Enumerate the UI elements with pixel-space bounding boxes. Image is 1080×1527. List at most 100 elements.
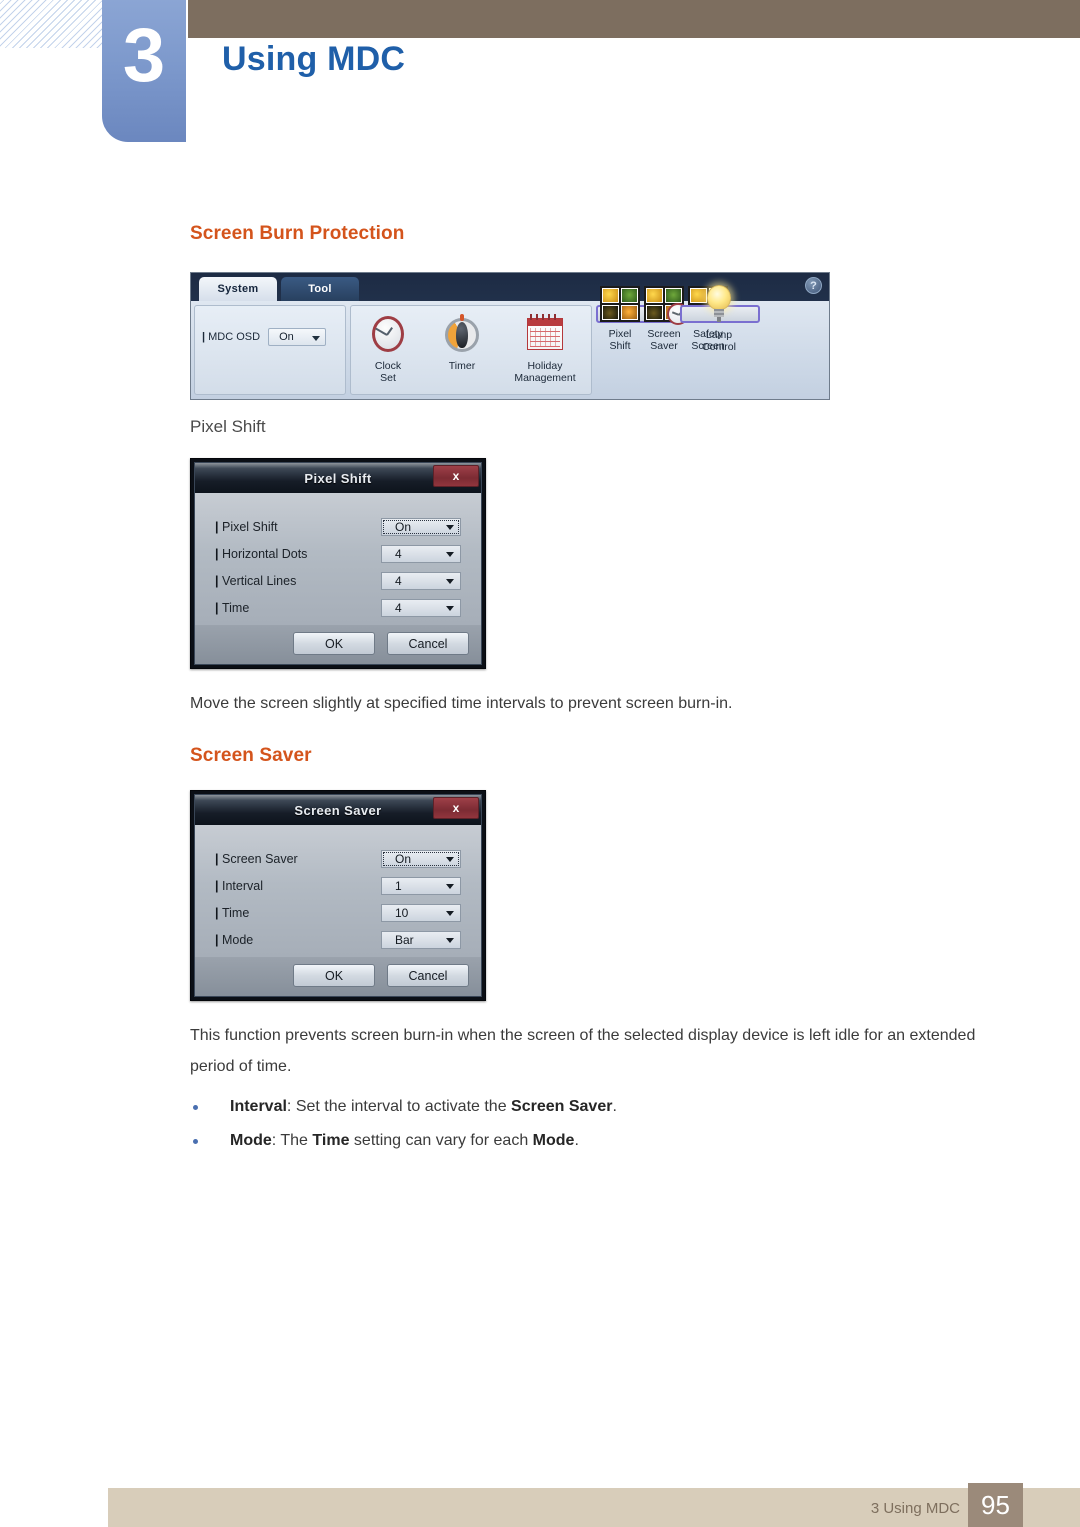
chevron-down-icon: [446, 910, 454, 916]
screen-saver-dialog: Screen Saver x Screen Saver On Interval …: [190, 790, 486, 1001]
mdc-tool-label-2: Management: [514, 372, 576, 384]
mdc-tool-label: Timer: [448, 360, 476, 372]
close-icon[interactable]: x: [433, 465, 479, 487]
mdc-osd-label: MDC OSD: [202, 331, 260, 343]
pixel-shift-dialog-body: Pixel Shift On Horizontal Dots 4 Vertica…: [195, 493, 481, 625]
header-brown-bar: [188, 0, 1080, 38]
row-label: Pixel Shift: [215, 520, 278, 534]
mdc-panel-osd: MDC OSD On: [194, 305, 346, 395]
page-title: Using MDC: [222, 40, 406, 78]
bullet-tail: .: [574, 1132, 579, 1149]
select-value: 4: [395, 600, 402, 615]
row-label: Vertical Lines: [215, 574, 296, 588]
section-heading-screen-saver: Screen Saver: [190, 745, 312, 766]
pixel-shift-dialog: Pixel Shift x Pixel Shift On Horizontal …: [190, 458, 486, 669]
mdc-toolbar-screenshot: System Tool ? MDC OSD On: [190, 272, 830, 400]
manual-page: 3 Using MDC Screen Burn Protection Syste…: [0, 0, 1080, 1527]
interval-select[interactable]: 1: [381, 876, 461, 895]
mdc-panel-time-tools: Clock Set Timer Holiday Management: [350, 305, 592, 395]
bullet-tail: .: [612, 1098, 617, 1115]
mdc-panel-screen-burn-protection: Pixel Shift Screen Saver Safety Screen: [596, 286, 728, 352]
select-value: 4: [395, 546, 402, 561]
mdc-tool-label: Screen: [647, 328, 681, 340]
chevron-down-icon: [312, 336, 321, 341]
bullet-strong: Time: [312, 1132, 350, 1149]
mdc-tool-label-2: Set: [380, 372, 396, 384]
mdc-tool-lamp-control[interactable]: Lamp Control: [682, 275, 756, 353]
screen-saver-row-interval: Interval 1: [215, 872, 461, 899]
mdc-osd-value: On: [279, 331, 294, 343]
mdc-osd-row: MDC OSD On: [202, 328, 327, 346]
pixel-shift-row-vertical-lines: Vertical Lines 4: [215, 567, 461, 594]
screen-saver-select[interactable]: On: [381, 849, 461, 868]
screen-saver-row-screen-saver: Screen Saver On: [215, 845, 461, 872]
chevron-down-icon: [446, 937, 454, 943]
screen-saver-dialog-titlebar: Screen Saver x: [195, 795, 481, 825]
row-label: Interval: [215, 879, 263, 893]
list-item: Interval: Set the interval to activate t…: [190, 1090, 990, 1124]
pixel-shift-dialog-footer: OK Cancel: [195, 625, 481, 664]
row-label: Time: [215, 906, 249, 920]
select-value: Bar: [395, 932, 414, 947]
pixel-shift-row-horizontal-dots: Horizontal Dots 4: [215, 540, 461, 567]
select-value: 4: [395, 573, 402, 588]
select-value: 10: [395, 905, 409, 920]
mdc-tool-holiday-management[interactable]: Holiday Management: [499, 306, 591, 394]
screen-saver-row-time: Time 10: [215, 899, 461, 926]
help-icon[interactable]: ?: [805, 277, 822, 294]
chevron-down-icon: [446, 883, 454, 889]
screen-saver-dialog-footer: OK Cancel: [195, 957, 481, 996]
chevron-down-icon: [446, 605, 454, 611]
bullet-dot-icon: [193, 1105, 198, 1110]
vertical-lines-select[interactable]: 4: [381, 571, 461, 590]
pixel-shift-select[interactable]: On: [381, 517, 461, 536]
screen-saver-bullet-list: Interval: Set the interval to activate t…: [190, 1090, 990, 1158]
timer-icon: [441, 314, 483, 356]
bullet-mid: : Set the interval to activate the: [286, 1098, 512, 1115]
select-value: 1: [395, 878, 402, 893]
chapter-number: 3: [122, 13, 166, 98]
pixel-shift-caption: Move the screen slightly at specified ti…: [190, 695, 733, 712]
list-item: Mode: The Time setting can vary for each…: [190, 1124, 990, 1158]
pixel-shift-row-pixel-shift: Pixel Shift On: [215, 513, 461, 540]
mdc-tool-pixel-shift[interactable]: Pixel Shift: [598, 276, 642, 352]
time-select[interactable]: 10: [381, 903, 461, 922]
chevron-down-icon: [446, 578, 454, 584]
row-label: Time: [215, 601, 249, 615]
cancel-button[interactable]: Cancel: [387, 964, 469, 987]
subsection-heading-pixel-shift: Pixel Shift: [190, 417, 266, 436]
mdc-tool-label: Clock: [374, 360, 402, 372]
mdc-tool-clock-set[interactable]: Clock Set: [351, 306, 425, 394]
row-label: Horizontal Dots: [215, 547, 307, 561]
clock-icon: [367, 314, 409, 356]
select-value: On: [395, 519, 412, 534]
section-heading-screen-burn-protection: Screen Burn Protection: [190, 223, 405, 244]
mdc-tab-system[interactable]: System: [199, 277, 277, 301]
pixel-shift-dialog-titlebar: Pixel Shift x: [195, 463, 481, 493]
mdc-tool-label: Pixel: [608, 328, 632, 340]
horizontal-dots-select[interactable]: 4: [381, 544, 461, 563]
bullet-mid: : The: [271, 1132, 313, 1149]
close-icon[interactable]: x: [433, 797, 479, 819]
decorative-hatch-pattern: [0, 0, 112, 48]
mdc-tool-timer[interactable]: Timer: [425, 306, 499, 394]
mode-select[interactable]: Bar: [381, 930, 461, 949]
mdc-tool-label: Holiday: [527, 360, 563, 372]
cancel-button[interactable]: Cancel: [387, 632, 469, 655]
mdc-tab-tool[interactable]: Tool: [281, 277, 359, 301]
screen-saver-row-mode: Mode Bar: [215, 926, 461, 953]
mdc-panel-lamp: Lamp Control: [680, 285, 760, 353]
bullet-strong: Screen Saver: [511, 1098, 613, 1115]
pixel-shift-dialog-title: Pixel Shift: [304, 470, 372, 486]
ok-button[interactable]: OK: [293, 964, 375, 987]
mdc-osd-select[interactable]: On: [268, 328, 327, 346]
footer-label: 3 Using MDC: [870, 1500, 960, 1517]
mdc-tool-label-2: Control: [702, 341, 736, 353]
chevron-down-icon: [446, 856, 454, 862]
time-select[interactable]: 4: [381, 598, 461, 617]
chevron-down-icon: [446, 551, 454, 557]
calendar-icon: [524, 314, 566, 356]
chevron-down-icon: [446, 524, 454, 530]
ok-button[interactable]: OK: [293, 632, 375, 655]
pixel-shift-row-time: Time 4: [215, 594, 461, 621]
